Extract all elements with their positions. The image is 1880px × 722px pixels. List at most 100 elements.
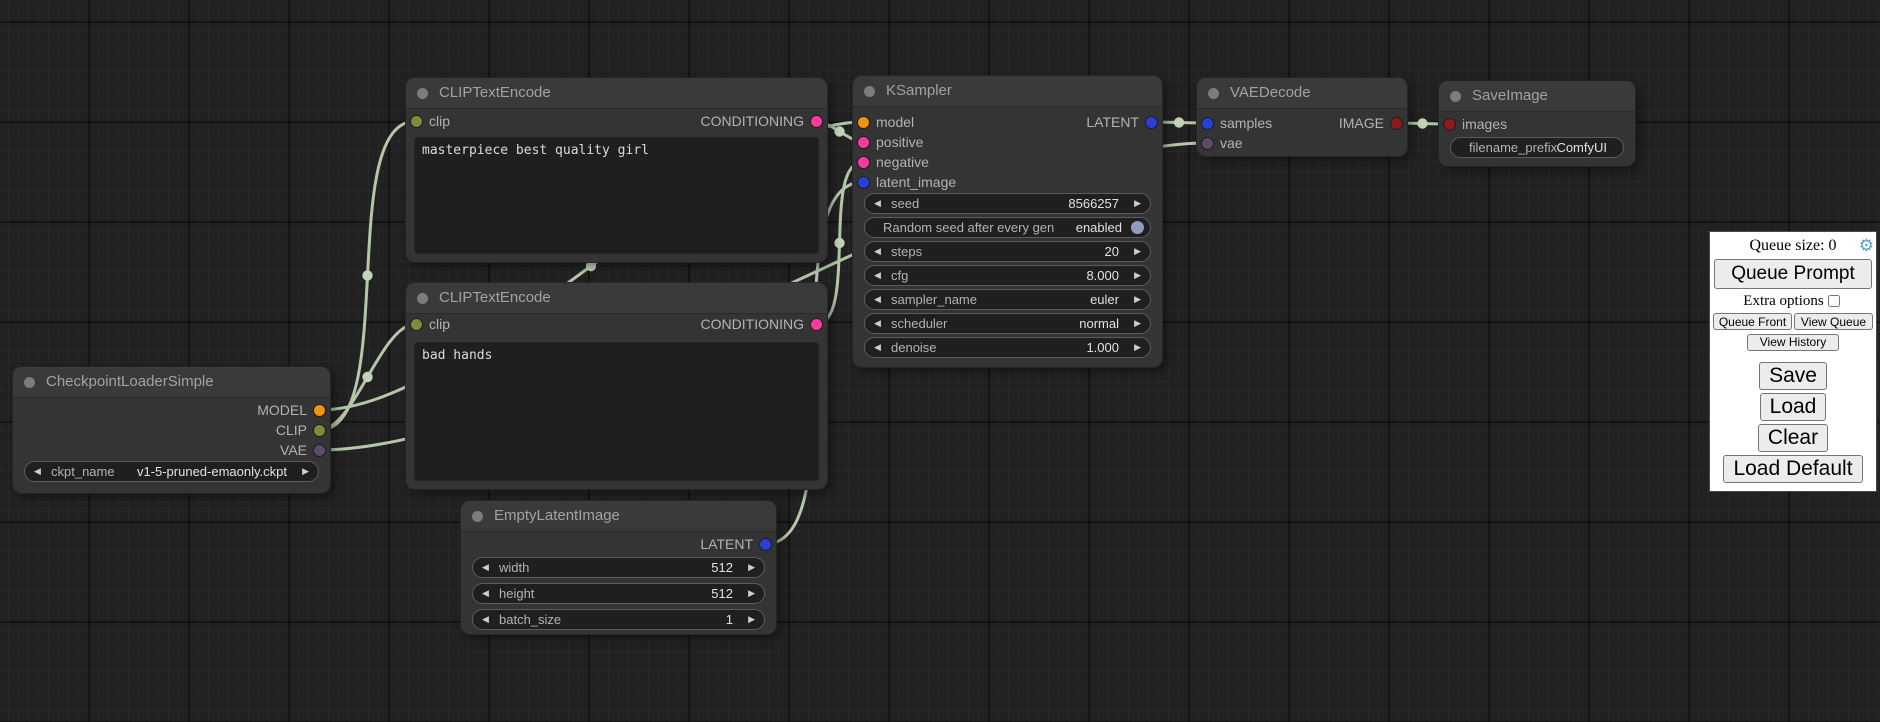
save-image-node[interactable]: SaveImageimagesfilename_prefixComfyUI bbox=[1439, 81, 1635, 166]
slot-conditioning-output: CONDITIONING bbox=[406, 314, 827, 334]
vae-input-slot-icon[interactable] bbox=[1202, 138, 1213, 149]
steps-widget[interactable]: ◀▶steps20 bbox=[864, 241, 1151, 262]
decrement-arrow-icon[interactable]: ◀ bbox=[34, 462, 41, 481]
slot-latent-image-input: latent_image bbox=[853, 172, 1162, 192]
sampler-name-widget[interactable]: ◀ ▶ sampler_name euler bbox=[864, 289, 1151, 310]
increment-arrow-icon[interactable]: ▶ bbox=[1134, 266, 1141, 285]
batch-size-widget[interactable]: ◀▶batch_size1 bbox=[472, 609, 765, 630]
graph-canvas[interactable]: CheckpointLoaderSimpleMODELCLIPVAE◀▶ckpt… bbox=[0, 0, 1880, 722]
node-title-bar[interactable]: SaveImage bbox=[1439, 81, 1635, 112]
decrement-arrow-icon[interactable]: ◀ bbox=[482, 610, 489, 629]
increment-arrow-icon[interactable]: ▶ bbox=[1134, 338, 1141, 357]
slot-vae-output: VAE bbox=[13, 440, 330, 460]
positive-input-slot-icon[interactable] bbox=[858, 137, 869, 148]
increment-arrow-icon[interactable]: ▶ bbox=[1134, 290, 1141, 309]
output-slot-label: CONDITIONING bbox=[701, 314, 804, 334]
vae-output-slot-icon[interactable] bbox=[314, 445, 325, 456]
increment-arrow-icon[interactable]: ▶ bbox=[748, 610, 755, 629]
output-slot-label: LATENT bbox=[1086, 112, 1139, 132]
conditioning-output-slot-icon[interactable] bbox=[811, 319, 822, 330]
node-collapse-dot-icon[interactable] bbox=[864, 86, 875, 97]
widget-value: euler bbox=[1090, 290, 1119, 309]
widget-label: filename_prefix bbox=[1469, 138, 1557, 157]
ckpt-name-widget[interactable]: ◀▶ckpt_namev1-5-pruned-emaonly.ckpt bbox=[24, 461, 319, 482]
latent-output-slot-icon[interactable] bbox=[1146, 117, 1157, 128]
checkpoint-loader-simple-node[interactable]: CheckpointLoaderSimpleMODELCLIPVAE◀▶ckpt… bbox=[13, 367, 330, 493]
node-collapse-dot-icon[interactable] bbox=[24, 377, 35, 388]
node-collapse-dot-icon[interactable] bbox=[1450, 91, 1461, 102]
node-title-bar[interactable]: KSampler bbox=[853, 76, 1162, 107]
denoise-widget[interactable]: ◀▶denoise1.000 bbox=[864, 337, 1151, 358]
decrement-arrow-icon[interactable]: ◀ bbox=[874, 242, 881, 261]
prompt-text-input[interactable] bbox=[414, 137, 819, 254]
node-collapse-dot-icon[interactable] bbox=[1208, 88, 1219, 99]
save-button[interactable]: Save bbox=[1759, 362, 1827, 390]
slot-clip-output: CLIP bbox=[13, 420, 330, 440]
node-title-bar[interactable]: CheckpointLoaderSimple bbox=[13, 367, 330, 398]
decrement-arrow-icon[interactable]: ◀ bbox=[482, 584, 489, 603]
settings-gear-icon[interactable]: ⚙ bbox=[1859, 235, 1874, 257]
ksampler-node[interactable]: KSamplermodelpositivenegativelatent_imag… bbox=[853, 76, 1162, 367]
node-title-bar[interactable]: EmptyLatentImage bbox=[461, 501, 776, 532]
decrement-arrow-icon[interactable]: ◀ bbox=[874, 266, 881, 285]
model-output-slot-icon[interactable] bbox=[314, 405, 325, 416]
height-widget[interactable]: ◀▶height512 bbox=[472, 583, 765, 604]
latent-output-slot-icon[interactable] bbox=[760, 539, 771, 550]
decrement-arrow-icon[interactable]: ◀ bbox=[874, 290, 881, 309]
node-title-bar[interactable]: CLIPTextEncode bbox=[406, 283, 827, 314]
increment-arrow-icon[interactable]: ▶ bbox=[1134, 242, 1141, 261]
link-midpoint-dot bbox=[834, 238, 844, 248]
node-title-text: CLIPTextEncode bbox=[439, 283, 551, 313]
increment-arrow-icon[interactable]: ▶ bbox=[748, 558, 755, 577]
view-history-button[interactable]: View History bbox=[1747, 334, 1839, 351]
decrement-arrow-icon[interactable]: ◀ bbox=[874, 314, 881, 333]
widget-label: batch_size bbox=[499, 610, 561, 629]
cfg-widget[interactable]: ◀▶cfg8.000 bbox=[864, 265, 1151, 286]
increment-arrow-icon[interactable]: ▶ bbox=[748, 584, 755, 603]
link-midpoint-dot bbox=[586, 261, 596, 271]
link-midpoint-dot bbox=[362, 270, 372, 280]
decrement-arrow-icon[interactable]: ◀ bbox=[874, 194, 881, 213]
filename-prefix-widget[interactable]: filename_prefixComfyUI bbox=[1450, 137, 1624, 158]
widget-label: sampler_name bbox=[891, 290, 977, 309]
node-link bbox=[319, 324, 416, 430]
width-widget[interactable]: ◀▶width512 bbox=[472, 557, 765, 578]
random-seed-after-every-gen-widget[interactable]: Random seed after every genenabled bbox=[864, 217, 1151, 238]
input-slot-label: positive bbox=[876, 132, 923, 152]
negative-input-slot-icon[interactable] bbox=[858, 157, 869, 168]
extra-options-checkbox[interactable] bbox=[1828, 295, 1840, 307]
image-output-slot-icon[interactable] bbox=[1391, 118, 1402, 129]
queue-prompt-button[interactable]: Queue Prompt bbox=[1714, 259, 1872, 289]
node-title-bar[interactable]: CLIPTextEncode bbox=[406, 78, 827, 109]
load-default-button[interactable]: Load Default bbox=[1723, 455, 1862, 483]
prompt-text-input[interactable] bbox=[414, 342, 819, 481]
clip-text-encode-negative-node[interactable]: CLIPTextEncodeclipCONDITIONING bbox=[406, 283, 827, 489]
node-collapse-dot-icon[interactable] bbox=[417, 293, 428, 304]
scheduler-widget[interactable]: ◀▶schedulernormal bbox=[864, 313, 1151, 334]
view-queue-button[interactable]: View Queue bbox=[1794, 313, 1873, 330]
vae-decode-node[interactable]: VAEDecodesamplesvaeIMAGE bbox=[1197, 78, 1407, 156]
conditioning-output-slot-icon[interactable] bbox=[811, 116, 822, 127]
clear-button[interactable]: Clear bbox=[1758, 424, 1828, 452]
images-input-slot-icon[interactable] bbox=[1444, 119, 1455, 130]
decrement-arrow-icon[interactable]: ◀ bbox=[482, 558, 489, 577]
increment-arrow-icon[interactable]: ▶ bbox=[302, 462, 309, 481]
clip-text-encode-positive-node[interactable]: CLIPTextEncodeclipCONDITIONING bbox=[406, 78, 827, 262]
node-collapse-dot-icon[interactable] bbox=[472, 511, 483, 522]
queue-front-button[interactable]: Queue Front bbox=[1713, 313, 1792, 330]
increment-arrow-icon[interactable]: ▶ bbox=[1134, 314, 1141, 333]
latent-image-input-slot-icon[interactable] bbox=[858, 177, 869, 188]
widget-label: seed bbox=[891, 194, 919, 213]
toggle-dot-icon[interactable] bbox=[1131, 221, 1144, 234]
widget-value: v1-5-pruned-emaonly.ckpt bbox=[137, 462, 287, 481]
decrement-arrow-icon[interactable]: ◀ bbox=[874, 338, 881, 357]
output-slot-label: CLIP bbox=[276, 420, 307, 440]
node-title-bar[interactable]: VAEDecode bbox=[1197, 78, 1407, 109]
clip-output-slot-icon[interactable] bbox=[314, 425, 325, 436]
load-button[interactable]: Load bbox=[1760, 393, 1827, 421]
node-collapse-dot-icon[interactable] bbox=[417, 88, 428, 99]
widget-label: steps bbox=[891, 242, 922, 261]
increment-arrow-icon[interactable]: ▶ bbox=[1134, 194, 1141, 213]
seed-widget[interactable]: ◀▶seed8566257 bbox=[864, 193, 1151, 214]
empty-latent-image-node[interactable]: EmptyLatentImageLATENT◀▶width512◀▶height… bbox=[461, 501, 776, 634]
